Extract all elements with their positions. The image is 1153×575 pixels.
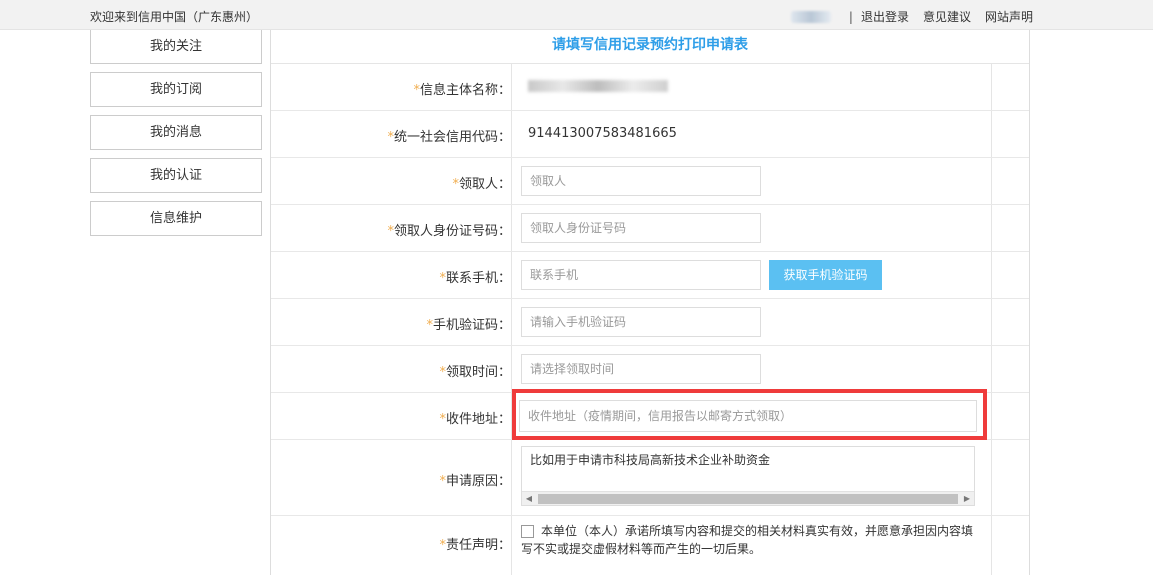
application-form: 请填写信用记录预约打印申请表 *信息主体名称： *统一社会信用代码： 91441… [270, 30, 1030, 575]
phone-label: *联系手机： [439, 271, 511, 286]
sidebar-item-certification[interactable]: 我的认证 [90, 158, 262, 193]
sidebar-item-info-maintenance[interactable]: 信息维护 [90, 201, 262, 236]
entity-name-value [528, 78, 668, 93]
horizontal-scrollbar[interactable]: ◀ ▶ [522, 491, 974, 505]
sms-code-label: *手机验证码： [426, 318, 511, 333]
sidebar: 我的关注 我的订阅 我的消息 我的认证 信息维护 [90, 30, 262, 244]
row-pickup-time: *领取时间： 请选择领取时间 [271, 346, 1029, 393]
form-title: 请填写信用记录预约打印申请表 [271, 30, 1029, 64]
row-sms-code: *手机验证码： 请输入手机验证码 [271, 299, 1029, 346]
sidebar-item-subscriptions[interactable]: 我的订阅 [90, 72, 262, 107]
get-code-button[interactable]: 获取手机验证码 [769, 260, 882, 290]
pickup-time-input[interactable]: 请选择领取时间 [521, 354, 761, 384]
recipient-label: *领取人： [452, 177, 511, 192]
sidebar-item-following[interactable]: 我的关注 [90, 30, 262, 64]
row-declaration: *责任声明： 本单位（本人）承诺所填写内容和提交的相关材料真实有效，并愿意承担因… [271, 516, 1029, 575]
recipient-id-label: *领取人身份证号码： [387, 224, 511, 239]
scroll-thumb[interactable] [538, 494, 958, 504]
username-link[interactable] [790, 10, 831, 23]
sms-code-input[interactable]: 请输入手机验证码 [521, 307, 761, 337]
recipient-input[interactable]: 领取人 [521, 166, 761, 196]
highlight-box [512, 389, 987, 440]
phone-input[interactable]: 联系手机 [521, 260, 761, 290]
scroll-left-icon[interactable]: ◀ [522, 492, 536, 506]
address-label: *收件地址： [439, 412, 511, 427]
row-phone: *联系手机： 联系手机 获取手机验证码 [271, 252, 1029, 299]
nav-separator: | [848, 9, 853, 24]
credit-code-value: 914413007583481665 [528, 126, 677, 141]
recipient-id-input[interactable]: 领取人身份证号码 [521, 213, 761, 243]
reason-label: *申请原因： [439, 474, 511, 489]
reason-textarea[interactable]: 比如用于申请市科技局高新技术企业补助资金 ◀ ▶ [521, 446, 975, 506]
top-nav: | 退出登录 意见建议 网站声明 [790, 8, 1033, 25]
declaration-label: *责任声明： [439, 538, 511, 553]
row-recipient: *领取人： 领取人 [271, 158, 1029, 205]
row-reason: *申请原因： 比如用于申请市科技局高新技术企业补助资金 ◀ ▶ [271, 440, 1029, 516]
declaration-text: 本单位（本人）承诺所填写内容和提交的相关材料真实有效，并愿意承担因内容填写不实或… [521, 524, 974, 556]
row-recipient-id: *领取人身份证号码： 领取人身份证号码 [271, 205, 1029, 252]
sidebar-item-messages[interactable]: 我的消息 [90, 115, 262, 150]
row-entity-name: *信息主体名称： [271, 64, 1029, 111]
feedback-link[interactable]: 意见建议 [923, 8, 971, 25]
entity-name-label: *信息主体名称： [413, 83, 511, 98]
pickup-time-label: *领取时间： [439, 365, 511, 380]
welcome-text: 欢迎来到信用中国（广东惠州） [90, 10, 259, 24]
top-bar: 欢迎来到信用中国（广东惠州） | 退出登录 意见建议 网站声明 [0, 0, 1153, 30]
scroll-right-icon[interactable]: ▶ [960, 492, 974, 506]
statement-link[interactable]: 网站声明 [985, 8, 1033, 25]
reason-text: 比如用于申请市科技局高新技术企业补助资金 [530, 453, 771, 467]
row-credit-code: *统一社会信用代码： 914413007583481665 [271, 111, 1029, 158]
logout-link[interactable]: 退出登录 [861, 8, 909, 25]
credit-code-label: *统一社会信用代码： [387, 130, 511, 145]
